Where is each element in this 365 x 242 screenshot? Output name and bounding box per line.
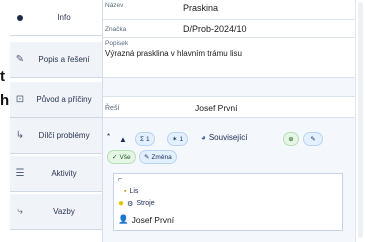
field-znacka[interactable]: Značka D/Prob-2024/10 (103, 20, 356, 38)
sidebar-item-puvod[interactable]: ⊡ Původ a příčiny (10, 82, 102, 118)
tree-root-icon: ⌐ (118, 176, 123, 183)
origin-icon: ⊡ (15, 94, 25, 105)
sidebar-item-dilci[interactable]: ↳ Dílčí problémy (10, 118, 102, 154)
sigma-icon: Σ (140, 135, 145, 143)
check-icon: ✓ (112, 154, 118, 161)
bulb-icon: ● (118, 198, 125, 209)
sidebar-item-info[interactable]: Info (10, 0, 102, 36)
sidebar-item-popis[interactable]: ✎ Popis a řešení (10, 42, 102, 78)
sidebar-item-label: Popis a řešení (38, 55, 90, 64)
tree-node-stroje[interactable]: ● ⚙ Stroje (118, 198, 155, 209)
subproblem-icon: ↳ (15, 130, 25, 141)
sidebar-item-label: Info (57, 13, 71, 22)
link-icon: ⤷ (17, 206, 23, 217)
pencil-icon: ✎ (144, 154, 150, 161)
sigma-count: 1 (146, 135, 150, 143)
tree-node-label: Lis (129, 188, 139, 195)
sidebar-item-label: Vazby (53, 207, 75, 216)
edge-letter-b: h (0, 92, 10, 109)
list-icon: ☰ (15, 168, 25, 179)
machine-icon: ⚙ (127, 200, 134, 208)
field-label: Popisek (105, 40, 129, 47)
field-value[interactable]: Josef První (195, 103, 238, 113)
scrollbar-thumb[interactable] (358, 2, 363, 238)
star-count: 1 (179, 135, 184, 143)
vse-button[interactable]: ✓ Vše (107, 150, 136, 164)
field-label: Značka (105, 26, 127, 33)
plus-circle-icon[interactable]: ⊕ (283, 132, 299, 146)
field-popisek[interactable]: Popisek Výrazná prasklina v hlavním trám… (103, 38, 356, 78)
field-nazev[interactable]: Název Praskina (103, 0, 356, 20)
marker-text: * (107, 132, 111, 141)
field-label: Název (105, 2, 124, 9)
sigma-button[interactable]: Σ 1 (135, 132, 155, 146)
pencil-icon: ✎ (15, 54, 25, 65)
info-dot-icon (10, 14, 30, 21)
edit-icon[interactable]: ✎ (303, 132, 323, 146)
related-icon: ◕ (201, 133, 206, 142)
folder-icon: ▪ (124, 188, 127, 195)
souvisejici-label: Související (208, 133, 248, 142)
edge-letter-a: t (0, 68, 5, 85)
tree-node-person[interactable]: 👤 Josef První (118, 214, 174, 225)
toolbar: * ▲ Σ 1 ✶ 1 ◕ Související ⊕ ✎ ✓ Vše ✎ Zm… (105, 130, 355, 170)
sidebar-item-label: Původ a příčiny (36, 95, 92, 104)
relation-tree: ⌐ ▪ Lis ● ⚙ Stroje 👤 Josef První (113, 173, 343, 231)
tree-node-label: Stroje (136, 200, 155, 207)
star-icon: ✶ (172, 136, 178, 143)
collapse-icon[interactable]: ▲ (119, 135, 127, 144)
vse-label: Vše (119, 153, 131, 161)
scrollbar[interactable] (355, 0, 365, 242)
field-value[interactable]: Výrazná prasklina v hlavním trámu lisu (105, 49, 242, 58)
field-label: Řeší (105, 105, 120, 112)
tree-node-label: Josef První (131, 214, 175, 225)
left-edge: t h (0, 0, 10, 242)
souvisejici-button[interactable]: ◕ Související (201, 133, 248, 142)
sidebar-item-vazby[interactable]: ⤷ Vazby (10, 194, 102, 230)
field-value[interactable]: Praskina (183, 3, 218, 13)
field-resitel[interactable]: Řeší Josef První (103, 96, 356, 118)
zmena-button[interactable]: ✎ Změna (139, 150, 177, 164)
detail-panel: Název Praskina Značka D/Prob-2024/10 Pop… (102, 0, 356, 242)
field-value[interactable]: D/Prob-2024/10 (183, 24, 247, 34)
person-icon: 👤 (118, 214, 129, 224)
sidebar-item-label: Aktivity (51, 169, 77, 178)
tree-node-lis[interactable]: ▪ Lis (124, 188, 138, 195)
sidebar-item-label: Dílčí problémy (38, 131, 90, 140)
sidebar: Info ✎ Popis a řešení ⊡ Původ a příčiny … (10, 0, 102, 242)
star-button[interactable]: ✶ 1 (167, 132, 189, 146)
sidebar-item-aktivity[interactable]: ☰ Aktivity (10, 156, 102, 192)
zmena-label: Změna (151, 153, 172, 161)
